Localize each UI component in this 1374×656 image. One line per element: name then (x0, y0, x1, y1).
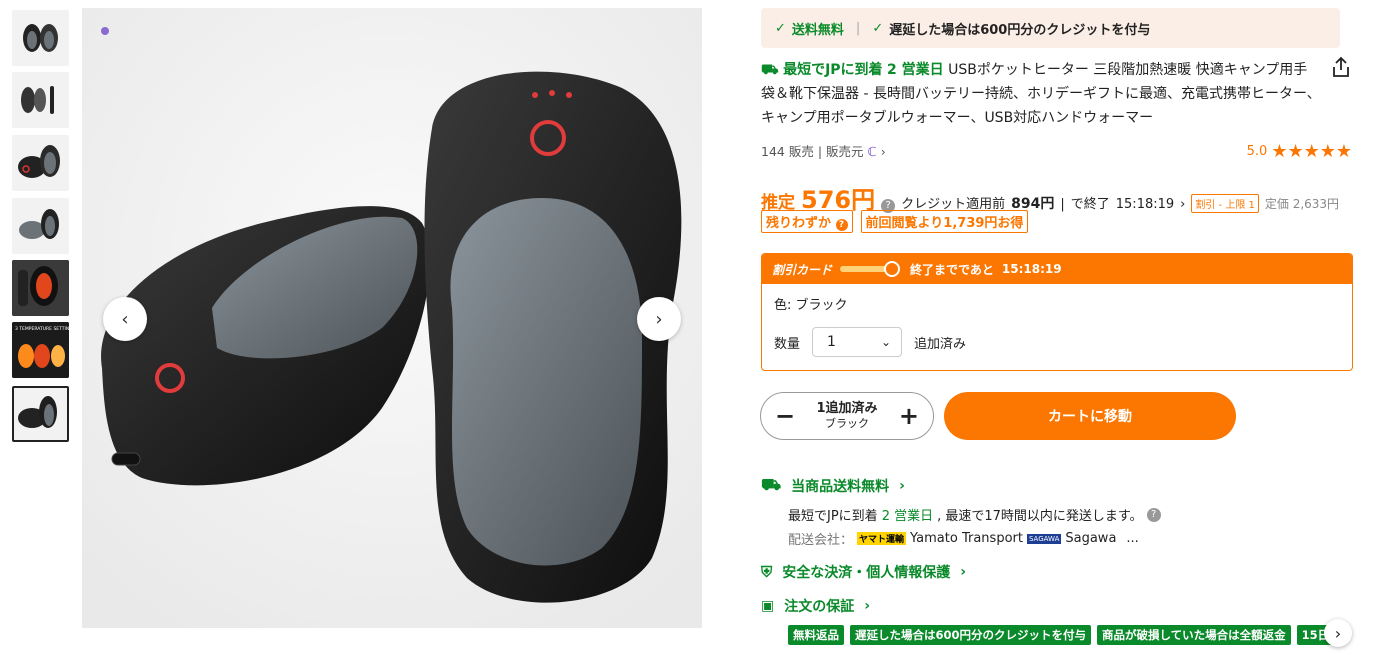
discount-limit-badge[interactable]: 割引 - 上限 1 (1191, 194, 1259, 213)
quantity-select[interactable]: 1 ⌄ (812, 327, 903, 357)
minus-button[interactable]: − (775, 402, 795, 430)
discount-card-header: 割引カード 終了までであと 15:18:19 (762, 254, 1352, 284)
shipping-detail-line: 最短でJPに到着 2 営業日 , 最速で17時間以内に発送します。 ? (788, 505, 1161, 524)
card-countdown: 15:18:19 (1001, 262, 1062, 276)
product-title-block: ⛟ 最短でJPに到着 2 営業日 USBポケットヒーター 三段階加熱速暖 快適キ… (761, 58, 1321, 130)
chevron-down-icon: ⌄ (880, 335, 892, 349)
meta-divider: | (817, 144, 827, 159)
banner-free-shipping: 送料無料 (791, 22, 844, 38)
order-guarantee-section[interactable]: ▣ 注文の保証 › (761, 596, 870, 616)
carrier-label: 配送会社： (788, 533, 854, 548)
check-icon: ✓ (775, 20, 786, 36)
price-countdown: 15:18:19 (1115, 197, 1175, 212)
thumbnail-7-selected[interactable] (12, 386, 69, 442)
carrier-sagawa: Sagawa (1065, 531, 1117, 546)
price-divider: | (1060, 197, 1065, 212)
chevron-right-icon: › (899, 477, 905, 494)
thumbnail-6[interactable]: 3 TEMPERATURE SETTINGS (12, 322, 69, 378)
discount-card: 割引カード 終了までであと 15:18:19 色: ブラック 数量 1 ⌄ 追加… (761, 253, 1353, 371)
svg-text:3 TEMPERATURE SETTINGS: 3 TEMPERATURE SETTINGS (15, 326, 69, 332)
stepper-variant: ブラック (824, 417, 869, 430)
quantity-value: 1 (827, 334, 836, 350)
color-value: ブラック (795, 298, 848, 313)
stepper-info: 1追加済み ブラック (816, 401, 877, 431)
ends-label: 終了までであと (910, 262, 994, 277)
discount-card-body: 色: ブラック 数量 1 ⌄ 追加済み (762, 284, 1352, 367)
seller-logo-icon[interactable]: ℂ (868, 144, 877, 159)
truck-icon: ⛟ (761, 475, 782, 494)
thumbnail-3[interactable] (12, 135, 69, 191)
safe-payment-title: 安全な決済・個人情報保護 (782, 565, 951, 581)
banner-late-credit: 遅延した場合は600円分のクレジットを付与 (889, 22, 1151, 38)
guarantee-badges: 無料返品 遅延した場合は600円分のクレジットを付与 商品が破損していた場合は全… (788, 625, 1340, 645)
shipping-banner: ✓ 送料無料 | ✓ 遅延した場合は600円分のクレジットを付与 (761, 8, 1340, 48)
sales-meta: 144 販売 | 販売元 ℂ › (761, 141, 886, 160)
low-stock-text: 残りわずか (766, 216, 832, 231)
discount-card-label: 割引カード (772, 262, 833, 277)
shipping-prefix: 最短でJPに到着 (783, 62, 883, 78)
original-price: 定価 2,633円 (1264, 197, 1340, 211)
rating[interactable]: 5.0 ★★★★★ (1247, 141, 1352, 162)
check-icon: ✓ (872, 20, 884, 36)
guarantee-badge-damaged-refund: 商品が破損していた場合は全額返金 (1097, 625, 1291, 645)
added-label: 追加済み (914, 336, 967, 352)
ship-days: 2 営業日 (881, 509, 934, 524)
guarantee-title: 注文の保証 (784, 599, 855, 615)
free-shipping-title: 当商品送料無料 (791, 478, 890, 495)
quantity-row: 数量 1 ⌄ 追加済み (774, 327, 1340, 357)
banner-divider: | (855, 20, 861, 36)
thumbnail-4[interactable] (12, 198, 69, 254)
share-icon[interactable] (1331, 56, 1351, 82)
help-icon[interactable]: ? (835, 219, 848, 231)
badges-next-button[interactable]: › (1324, 619, 1352, 647)
savings-tag: 前回閲覧より1,739円お得 (860, 210, 1029, 233)
carrier-more[interactable]: ... (1126, 531, 1138, 546)
guarantee-badge-free-return: 無料返品 (788, 625, 844, 645)
help-icon[interactable]: ? (1146, 507, 1161, 522)
timer-progress (840, 261, 901, 277)
carrier-yamato: Yamato Transport (910, 531, 1023, 546)
quantity-label: 数量 (774, 336, 801, 352)
thumbnail-1[interactable] (12, 10, 69, 66)
ship-suffix: , 最速で17時間以内に発送します。 (937, 509, 1143, 524)
image-prev-button[interactable]: ‹ (103, 297, 147, 341)
image-next-button[interactable]: › (637, 297, 681, 341)
color-label: 色: (774, 298, 792, 313)
yamato-logo-icon: ヤマト運輸 (857, 532, 907, 545)
carrier-line: 配送会社： ヤマト運輸 Yamato Transport SAGAWA Saga… (788, 529, 1139, 548)
thumbnail-2[interactable] (12, 72, 69, 128)
go-to-cart-button[interactable]: カートに移動 (944, 392, 1236, 440)
truck-icon: ⛟ (761, 62, 779, 78)
shipping-days: 2 営業日 (887, 62, 944, 78)
price-tags: 残りわずか ? 前回閲覧より1,739円お得 (761, 210, 1029, 233)
low-stock-tag: 残りわずか ? (761, 210, 853, 233)
star-rating-icon: ★★★★★ (1271, 141, 1352, 162)
seller-label[interactable]: 販売元 (826, 144, 864, 159)
free-shipping-section-title[interactable]: ⛟ 当商品送料無料 › (761, 475, 905, 496)
chevron-right-icon: › (864, 598, 871, 614)
sold-count: 144 販売 (761, 144, 814, 159)
thumbnail-5[interactable] (12, 260, 69, 316)
clock-icon (884, 261, 901, 277)
chevron-right-icon[interactable]: › (1180, 197, 1185, 212)
added-count: 1追加済み (816, 401, 878, 416)
shield-icon: ⛨ (761, 563, 773, 581)
chevron-right-icon[interactable]: › (881, 144, 886, 159)
ship-prefix: 最短でJPに到着 (788, 509, 878, 524)
guarantee-badge-late-credit: 遅延した場合は600円分のクレジットを付与 (850, 625, 1092, 645)
sagawa-logo-icon: SAGAWA (1026, 533, 1062, 544)
rating-value: 5.0 (1246, 144, 1268, 159)
safe-payment-section[interactable]: ⛨ 安全な決済・個人情報保護 › (761, 562, 966, 582)
guarantee-icon: ▣ (761, 598, 775, 614)
color-row[interactable]: 色: ブラック (774, 294, 1340, 313)
plus-button[interactable]: + (899, 402, 919, 430)
product-main-image: ‹ › (82, 8, 702, 628)
ends-text: で終了 (1070, 197, 1110, 212)
cart-quantity-stepper: − 1追加済み ブラック + (760, 392, 934, 440)
chevron-right-icon: › (960, 564, 967, 580)
